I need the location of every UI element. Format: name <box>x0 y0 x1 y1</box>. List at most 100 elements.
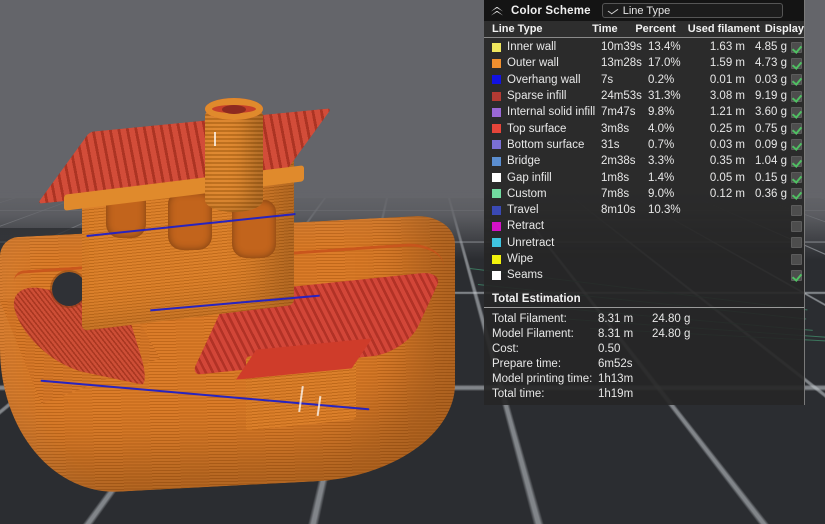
color-swatch <box>492 238 501 248</box>
estimation-value-primary: 0.50 <box>598 342 621 355</box>
legend-time: 31s <box>601 138 620 151</box>
legend-row[interactable]: Travel 8m10s 10.3% <box>484 202 804 218</box>
legend-time: 24m53s <box>601 90 642 103</box>
legend-display-cell[interactable] <box>789 204 804 216</box>
legend-row[interactable]: Unretract <box>484 235 804 251</box>
legend-time: 1m8s <box>601 171 630 184</box>
legend-row[interactable]: Overhang wall 7s 0.2% 0.01 m 0.03 g <box>484 72 804 88</box>
color-swatch <box>492 124 501 134</box>
legend-type-cell: Bottom surface <box>492 139 601 151</box>
color-swatch <box>492 270 501 280</box>
display-checkbox[interactable] <box>791 106 802 118</box>
color-swatch <box>492 91 501 101</box>
legend-display-cell[interactable] <box>789 74 804 86</box>
legend-row[interactable]: Outer wall 13m28s 17.0% 1.59 m 4.73 g <box>484 55 804 71</box>
display-checkbox[interactable] <box>791 253 802 265</box>
estimation-row: Model Filament: 8.31 m 24.80 g <box>492 326 804 341</box>
display-checkbox[interactable] <box>791 74 802 86</box>
legend-display-cell[interactable] <box>789 57 804 69</box>
display-checkbox[interactable] <box>791 139 802 151</box>
legend-type-cell: Seams <box>492 269 601 281</box>
legend-row[interactable]: Retract <box>484 218 804 234</box>
legend-display-cell[interactable] <box>789 155 804 167</box>
legend-row[interactable]: Top surface 3m8s 4.0% 0.25 m 0.75 g <box>484 120 804 136</box>
color-scheme-select[interactable]: Line Type <box>601 3 783 18</box>
3d-benchy-model[interactable] <box>0 96 470 516</box>
estimation-value-primary: 1h13m <box>598 372 634 385</box>
double-chevron-up-icon[interactable] <box>490 5 504 17</box>
legend-label: Outer wall <box>507 57 559 70</box>
display-checkbox[interactable] <box>791 90 802 102</box>
legend-display-cell[interactable] <box>789 123 804 135</box>
column-display: Display <box>764 23 804 35</box>
panel-title: Color Scheme <box>511 4 591 17</box>
panel-header: Color Scheme Line Type <box>484 0 804 21</box>
legend-label: Bridge <box>507 155 541 168</box>
display-checkbox[interactable] <box>791 155 802 167</box>
legend-display-cell[interactable] <box>789 269 804 281</box>
legend-row[interactable]: Wipe <box>484 251 804 267</box>
legend-weight: 0.36 g <box>755 187 787 200</box>
legend-row[interactable]: Internal solid infill 7m47s 9.8% 1.21 m 3.60… <box>484 104 804 120</box>
legend-label: Seams <box>507 269 543 282</box>
legend-row[interactable]: Custom 7m8s 9.0% 0.12 m 0.36 g <box>484 186 804 202</box>
legend-time: 7s <box>601 73 614 86</box>
legend-length: 3.08 m <box>709 90 745 103</box>
display-checkbox[interactable] <box>791 269 802 281</box>
legend-percent: 3.3% <box>648 155 675 168</box>
display-checkbox[interactable] <box>791 220 802 232</box>
legend-weight: 0.15 g <box>755 171 787 184</box>
legend-percent: 0.7% <box>648 138 675 151</box>
legend-display-cell[interactable] <box>789 41 804 53</box>
legend-type-cell: Top surface <box>492 123 601 135</box>
color-swatch <box>492 42 501 52</box>
color-swatch <box>492 156 501 166</box>
legend-row[interactable]: Inner wall 10m39s 13.4% 1.63 m 4.85 g <box>484 39 804 55</box>
legend-display-cell[interactable] <box>789 172 804 184</box>
color-swatch <box>492 58 501 68</box>
legend-type-cell: Outer wall <box>492 57 601 69</box>
color-swatch <box>492 205 501 215</box>
color-swatch <box>492 221 501 231</box>
legend-row[interactable]: Bridge 2m38s 3.3% 0.35 m 1.04 g <box>484 153 804 169</box>
legend-percent: 0.2% <box>648 73 675 86</box>
legend-display-cell[interactable] <box>789 188 804 200</box>
legend-weight: 4.85 g <box>755 41 787 54</box>
display-checkbox[interactable] <box>791 237 802 249</box>
legend-display-cell[interactable] <box>789 139 804 151</box>
legend-row[interactable]: Gap infill 1m8s 1.4% 0.05 m 0.15 g <box>484 169 804 185</box>
legend-display-cell[interactable] <box>789 220 804 232</box>
total-estimation-rows: Total Filament: 8.31 m 24.80 g Model Filame… <box>484 308 804 401</box>
legend-time: 7m8s <box>601 187 630 200</box>
legend-display-cell[interactable] <box>789 253 804 265</box>
legend-display-cell[interactable] <box>789 106 804 118</box>
display-checkbox[interactable] <box>791 123 802 135</box>
estimation-label: Model Filament: <box>492 327 574 340</box>
legend-percent: 10.3% <box>648 204 681 217</box>
legend-table-header: Line Type Time Percent Used filament Dis… <box>484 21 804 38</box>
legend-length: 0.35 m <box>709 155 745 168</box>
legend-label: Bottom surface <box>507 138 585 151</box>
legend-row[interactable]: Bottom surface 31s 0.7% 0.03 m 0.09 g <box>484 137 804 153</box>
display-checkbox[interactable] <box>791 172 802 184</box>
display-checkbox[interactable] <box>791 188 802 200</box>
legend-label: Overhang wall <box>507 73 581 86</box>
display-checkbox[interactable] <box>791 41 802 53</box>
chevron-down-icon <box>609 7 617 15</box>
legend-type-cell: Bridge <box>492 155 601 167</box>
display-checkbox[interactable] <box>791 57 802 69</box>
column-line-type: Line Type <box>492 23 543 35</box>
legend-percent: 9.8% <box>648 106 675 119</box>
color-swatch <box>492 75 501 85</box>
estimation-row: Cost: 0.50 <box>492 341 804 356</box>
legend-row[interactable]: Seams <box>484 267 804 283</box>
legend-type-cell: Sparse infill <box>492 90 601 102</box>
legend-percent: 9.0% <box>648 187 675 200</box>
legend-row[interactable]: Sparse infill 24m53s 31.3% 3.08 m 9.19 g <box>484 88 804 104</box>
legend-display-cell[interactable] <box>789 90 804 102</box>
legend-display-cell[interactable] <box>789 237 804 249</box>
legend-weight: 9.19 g <box>755 90 787 103</box>
legend-time: 10m39s <box>601 41 642 54</box>
display-checkbox[interactable] <box>791 204 802 216</box>
legend-weight: 0.03 g <box>755 73 787 86</box>
